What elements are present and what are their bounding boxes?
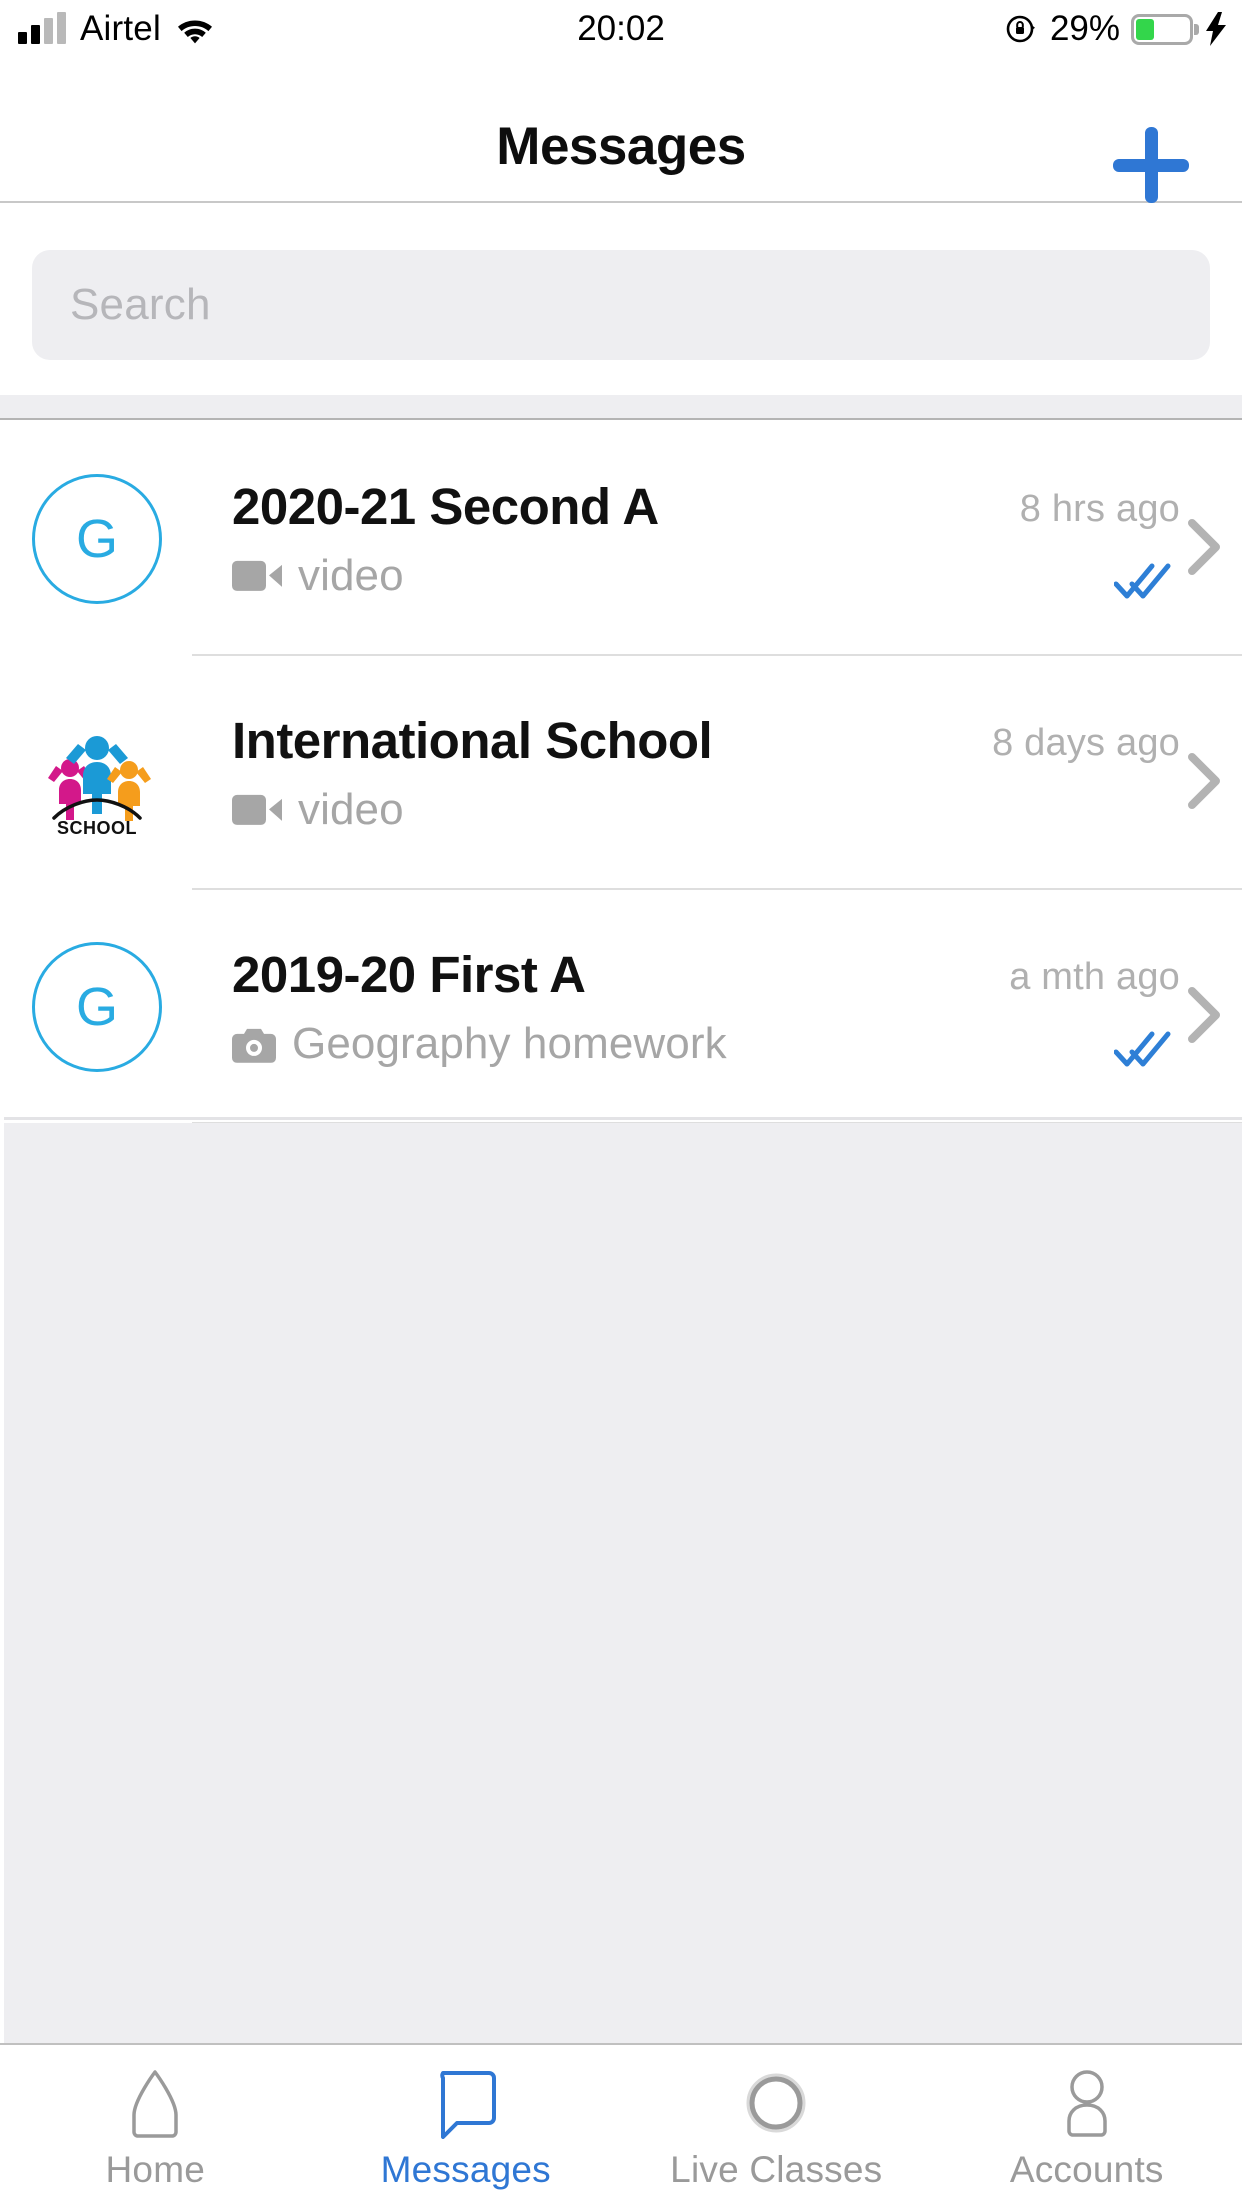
- tab-label: Accounts: [1009, 2149, 1164, 2190]
- conversation-list: G 2020-21 Second A video 8 hrs ago SCHOO…: [0, 422, 1242, 1124]
- svg-text:SCHOOL: SCHOOL: [57, 818, 137, 836]
- avatar-circle: G: [32, 474, 162, 604]
- conversation-timestamp: 8 days ago: [992, 722, 1180, 764]
- conversation-body: 2019-20 First A Geography homework: [232, 945, 932, 1069]
- tab-messages[interactable]: Messages: [311, 2045, 622, 2208]
- tab-label: Messages: [380, 2149, 551, 2190]
- rotation-lock-icon: [1005, 12, 1039, 46]
- conversation-preview: Geography homework: [292, 1019, 727, 1069]
- chevron-right-icon: [1186, 986, 1222, 1044]
- circle-ring-icon: [740, 2067, 812, 2139]
- list-section-spacer: [0, 395, 1242, 420]
- avatar: SCHOOL: [32, 708, 162, 838]
- conversation-meta: 8 hrs ago: [972, 422, 1242, 656]
- navigation-bar: Messages: [0, 58, 1242, 203]
- tab-label: Home: [105, 2149, 205, 2190]
- avatar-letter: G: [75, 977, 118, 1037]
- chevron-right-icon: [1186, 752, 1222, 810]
- conversation-meta: 8 days ago: [972, 656, 1242, 890]
- conversation-preview-row: video: [232, 785, 932, 835]
- tab-label: Live Classes: [670, 2149, 883, 2190]
- search-placeholder: Search: [70, 280, 211, 329]
- conversation-timestamp: a mth ago: [1009, 956, 1180, 998]
- status-bar: Airtel 20:02 29%: [0, 0, 1242, 58]
- empty-list-area: [4, 1123, 1242, 2043]
- tab-live-classes[interactable]: Live Classes: [621, 2045, 932, 2208]
- conversation-preview-row: Geography homework: [232, 1019, 932, 1069]
- conversation-body: 2020-21 Second A video: [232, 477, 932, 601]
- conversation-row[interactable]: G 2019-20 First A Geography homework a m…: [0, 890, 1242, 1124]
- conversation-preview: video: [298, 785, 404, 835]
- double-check-icon: [1113, 1028, 1176, 1070]
- school-logo-icon: SCHOOL: [32, 706, 162, 841]
- video-icon: [232, 559, 282, 593]
- chevron-right-icon: [1186, 518, 1222, 576]
- conversation-row[interactable]: G 2020-21 Second A video 8 hrs ago: [0, 422, 1242, 656]
- conversation-preview-row: video: [232, 551, 932, 601]
- avatar: G: [32, 942, 162, 1072]
- conversation-row[interactable]: SCHOOL International School video 8 days…: [0, 656, 1242, 890]
- avatar-circle: G: [32, 942, 162, 1072]
- conversation-title: International School: [232, 711, 713, 769]
- phone-screen: Airtel 20:02 29% Messages Search G 2020-…: [0, 0, 1242, 2208]
- search-container: Search: [0, 205, 1242, 365]
- conversation-title: 2019-20 First A: [232, 945, 586, 1003]
- avatar-letter: G: [75, 509, 118, 569]
- battery-icon: [1131, 13, 1199, 45]
- tab-bar: Home Messages Live Classes Accounts: [0, 2043, 1242, 2208]
- conversation-preview: video: [298, 551, 404, 601]
- tab-accounts[interactable]: Accounts: [932, 2045, 1242, 2208]
- conversation-title: 2020-21 Second A: [232, 477, 659, 535]
- person-icon: [1056, 2067, 1118, 2139]
- new-message-button[interactable]: [1106, 120, 1196, 210]
- conversation-body: International School video: [232, 711, 932, 835]
- list-bottom-divider: [4, 1117, 1242, 1120]
- battery-percentage: 29%: [1049, 9, 1120, 48]
- chat-bubble-icon: [433, 2067, 499, 2139]
- camera-icon: [232, 1026, 276, 1063]
- search-input[interactable]: Search: [32, 250, 1210, 360]
- conversation-meta: a mth ago: [972, 890, 1242, 1124]
- double-check-icon: [1113, 560, 1176, 602]
- avatar: G: [32, 474, 162, 604]
- video-icon: [232, 793, 282, 827]
- lightning-bolt-icon: [1204, 12, 1228, 46]
- status-bar-right: 29%: [1005, 0, 1228, 58]
- tab-home[interactable]: Home: [0, 2045, 311, 2208]
- home-icon: [124, 2067, 186, 2139]
- page-title: Messages: [496, 117, 746, 176]
- conversation-timestamp: 8 hrs ago: [1019, 488, 1180, 530]
